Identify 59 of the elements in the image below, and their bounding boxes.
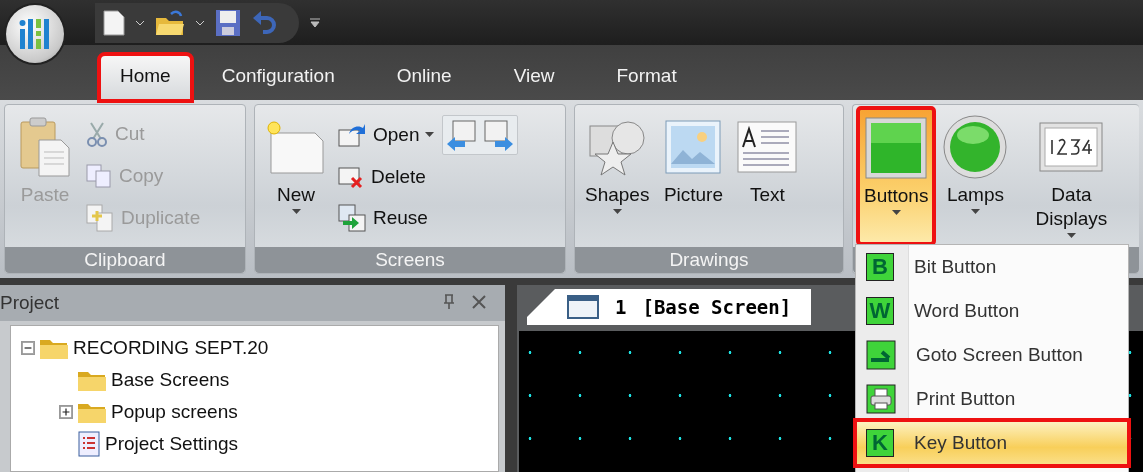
numeric-display-icon (1039, 122, 1104, 172)
menu-item[interactable]: K Key Button (856, 421, 1128, 465)
caret-icon[interactable] (195, 19, 205, 26)
clipboard-icon (19, 116, 71, 178)
close-icon (471, 293, 487, 310)
tree-item[interactable]: RECORDING SEPT.20 (73, 337, 269, 359)
new-file-icon[interactable] (103, 9, 125, 36)
new-page-icon (265, 119, 327, 175)
push-button-icon (865, 117, 928, 179)
screen-number: 1 (615, 296, 627, 318)
scissors-icon (85, 121, 109, 147)
group-label: Clipboard (5, 247, 245, 273)
ribbon-tab[interactable]: Configuration (190, 55, 366, 100)
pin-icon (443, 293, 455, 310)
collapse-icon[interactable] (21, 341, 35, 355)
tree-item[interactable]: Popup screens (111, 401, 238, 423)
menu-item[interactable]: Goto Screen Button (856, 333, 1128, 377)
ribbon-button[interactable]: Open (337, 115, 435, 154)
ribbon-button[interactable]: Picture (659, 109, 728, 243)
copy-icon (85, 163, 113, 189)
text-box-icon (737, 121, 798, 173)
screen-tab[interactable]: 1 [Base Screen] (527, 289, 812, 325)
ribbon-button[interactable]: Delete (337, 158, 426, 196)
group-label: Screens (255, 247, 565, 273)
group-label: Drawings (575, 247, 843, 273)
panel-title: Project (0, 292, 61, 314)
delete-screen-icon (337, 164, 365, 190)
ribbon-button[interactable]: Text (733, 109, 802, 243)
tree-item[interactable]: Project Settings (105, 433, 239, 455)
ribbon-tab[interactable]: View (482, 55, 586, 100)
letter-icon: K (866, 429, 894, 457)
ribbon-tab[interactable]: Online (365, 55, 483, 100)
ribbon-tab[interactable]: Format (585, 55, 708, 100)
expand-icon[interactable] (59, 405, 73, 419)
screen-title: [Base Screen] (642, 296, 792, 318)
tree-item[interactable]: Base Screens (111, 369, 230, 391)
lamp-icon (943, 115, 1008, 179)
caret-icon[interactable] (135, 19, 145, 26)
menu-item[interactable]: B Bit Button (856, 245, 1128, 289)
ribbon-button[interactable]: Lamps (939, 109, 1012, 243)
ribbon-button[interactable]: Reuse (337, 199, 428, 238)
ribbon-tab[interactable]: Home (100, 55, 191, 100)
duplicate-icon (85, 203, 115, 233)
letter-icon: W (866, 297, 894, 325)
ribbon-button[interactable]: Buttons (859, 109, 934, 243)
ribbon-button[interactable]: Data Displays (1017, 109, 1126, 243)
picture-icon (664, 119, 723, 175)
logo-icon (18, 17, 52, 51)
printer-icon (866, 384, 896, 414)
settings-document-icon (77, 431, 101, 457)
ribbon-button[interactable]: New (261, 109, 331, 243)
folder-icon[interactable] (155, 9, 185, 36)
save-icon[interactable] (215, 8, 241, 37)
ribbon-button[interactable]: Shapes (581, 109, 654, 243)
reuse-screen-icon (337, 203, 367, 234)
menu-item[interactable]: W Word Button (856, 289, 1128, 333)
customize-toolbar-icon[interactable] (309, 16, 321, 29)
letter-icon: B (866, 253, 894, 281)
window-icon (567, 295, 599, 319)
